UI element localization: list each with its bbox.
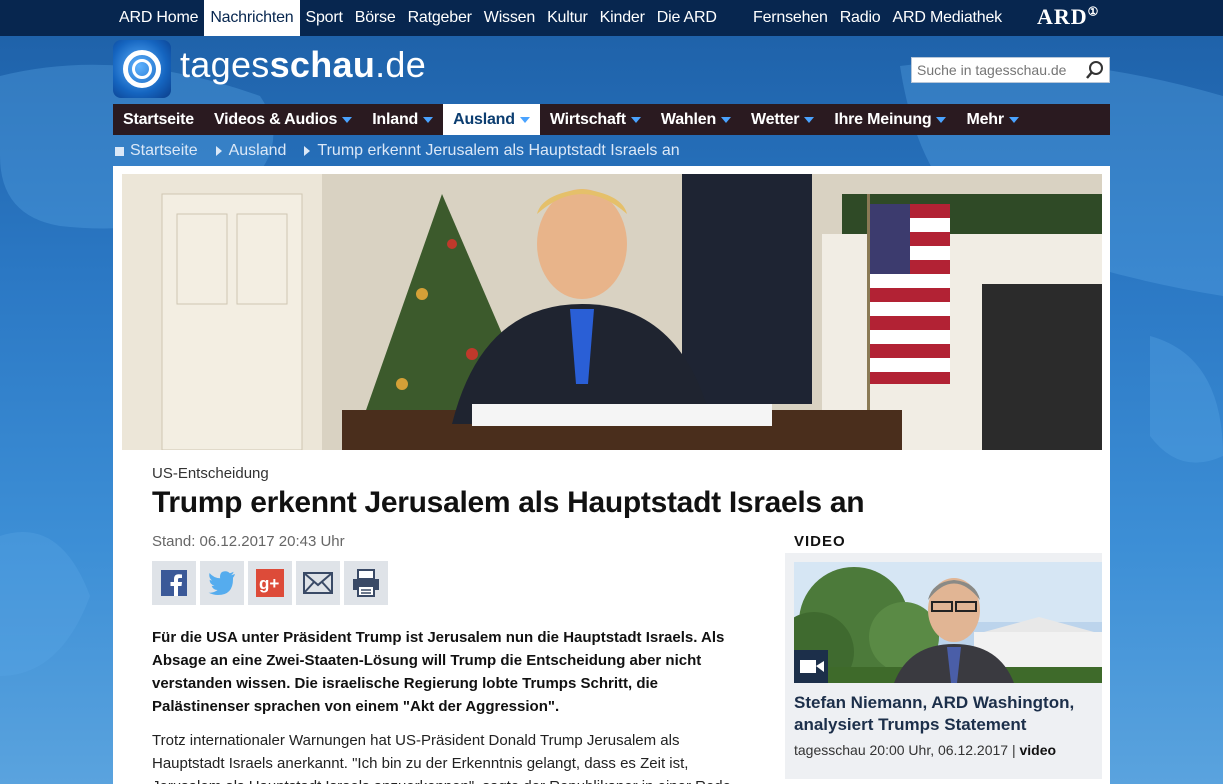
- share-twitter-button[interactable]: [200, 561, 244, 605]
- share-facebook-button[interactable]: [152, 561, 196, 605]
- article-timestamp: Stand: 06.12.2017 20:43 Uhr: [152, 533, 345, 550]
- article-headline: Trump erkennt Jerusalem als Hauptstadt I…: [152, 486, 865, 519]
- nav-label: Wahlen: [660, 111, 717, 128]
- chevron-down-icon: [342, 116, 353, 123]
- ard-nav-ratgeber[interactable]: Ratgeber: [402, 0, 478, 36]
- breadcrumb-current: Trump erkennt Jerusalem als Hauptstadt I…: [304, 142, 697, 160]
- nav-mehr[interactable]: Mehr: [956, 104, 1028, 135]
- print-icon: [353, 569, 379, 597]
- chevron-down-icon: [519, 116, 530, 123]
- facebook-icon: [161, 570, 187, 596]
- breadcrumb-label: Ausland: [228, 142, 287, 159]
- chevron-down-icon: [1008, 116, 1019, 123]
- video-title[interactable]: Stefan Niemann, ARD Washington, analysie…: [794, 692, 1094, 736]
- mail-icon: [303, 572, 333, 594]
- nav-wahlen[interactable]: Wahlen: [651, 104, 741, 135]
- site-name[interactable]: tagesschau.de: [180, 44, 426, 86]
- search-input[interactable]: [912, 58, 1082, 82]
- nav-label: Wetter: [751, 111, 800, 128]
- nav-videos-audios[interactable]: Videos & Audios: [204, 104, 362, 135]
- article-hero-image[interactable]: [122, 174, 1102, 450]
- site-name-prefix: tages: [180, 44, 270, 85]
- share-mail-button[interactable]: [296, 561, 340, 605]
- ard-nav-home[interactable]: ARD Home: [113, 0, 204, 36]
- ard-nav-kinder[interactable]: Kinder: [594, 0, 651, 36]
- site-name-bold: schau: [269, 44, 376, 85]
- chevron-down-icon: [423, 116, 434, 123]
- ard-nav-sport[interactable]: Sport: [300, 0, 349, 36]
- main-navigation: Startseite Videos & Audios Inland Auslan…: [113, 104, 1110, 135]
- share-google-plus-button[interactable]: g+: [248, 561, 292, 605]
- article-topline: US-Entscheidung: [152, 465, 269, 482]
- ard-nav-wissen[interactable]: Wissen: [478, 0, 541, 36]
- site-name-suffix: .de: [375, 44, 427, 85]
- chevron-down-icon: [630, 116, 641, 123]
- chevron-down-icon: [721, 116, 732, 123]
- ard-nav-fernsehen[interactable]: Fernsehen: [747, 0, 834, 36]
- nav-inland[interactable]: Inland: [362, 104, 443, 135]
- ard-nav-die-ard[interactable]: Die ARD: [651, 0, 723, 36]
- ard-nav-radio[interactable]: Radio: [834, 0, 887, 36]
- search-box: [911, 57, 1110, 83]
- ard-nav-kultur[interactable]: Kultur: [541, 0, 594, 36]
- video-section-label: VIDEO: [794, 533, 846, 550]
- nav-label: Inland: [372, 111, 419, 128]
- nav-ihre-meinung[interactable]: Ihre Meinung: [824, 104, 956, 135]
- nav-label: Ihre Meinung: [834, 111, 932, 128]
- nav-label: Startseite: [123, 111, 194, 128]
- nav-startseite[interactable]: Startseite: [113, 104, 204, 135]
- chevron-right-icon: [304, 146, 311, 156]
- twitter-icon: [208, 571, 235, 595]
- share-bar: g+: [152, 561, 388, 605]
- nav-label: Ausland: [453, 111, 515, 128]
- video-thumbnail[interactable]: [794, 562, 1102, 683]
- ard-nav-right: Fernsehen Radio ARD Mediathek: [747, 0, 1008, 36]
- video-type: video: [1019, 742, 1057, 758]
- article-lead: Für die USA unter Präsident Trump ist Je…: [152, 629, 725, 715]
- print-button[interactable]: [344, 561, 388, 605]
- nav-wetter[interactable]: Wetter: [741, 104, 824, 135]
- ard-nav-boerse[interactable]: Börse: [349, 0, 402, 36]
- breadcrumb-label: Trump erkennt Jerusalem als Hauptstadt I…: [317, 142, 680, 159]
- google-plus-icon: g+: [256, 569, 284, 597]
- ard-nav-mediathek[interactable]: ARD Mediathek: [887, 0, 1008, 36]
- square-icon: [115, 146, 124, 156]
- ard-top-bar: ARD Home Nachrichten Sport Börse Ratgebe…: [0, 0, 1223, 36]
- nav-label: Wirtschaft: [549, 111, 626, 128]
- ard-logo-mark: ①: [1087, 4, 1100, 19]
- search-icon[interactable]: [1082, 58, 1108, 82]
- svg-text:g+: g+: [259, 574, 279, 593]
- nav-label: Videos & Audios: [213, 111, 338, 128]
- ard-logo[interactable]: ARD①: [1037, 4, 1099, 30]
- ard-logo-text: ARD: [1037, 4, 1088, 29]
- chevron-right-icon: [215, 146, 222, 156]
- chevron-down-icon: [936, 116, 947, 123]
- video-separator: |: [1011, 742, 1016, 758]
- nav-label: Mehr: [966, 111, 1004, 128]
- article-body: Trotz internationaler Warnungen hat US-P…: [152, 732, 731, 784]
- ard-nav-nachrichten[interactable]: Nachrichten: [204, 0, 300, 36]
- ard-nav: ARD Home Nachrichten Sport Börse Ratgebe…: [113, 0, 723, 36]
- nav-ausland[interactable]: Ausland: [443, 104, 540, 135]
- breadcrumb-startseite[interactable]: Startseite: [115, 142, 216, 160]
- chevron-down-icon: [804, 116, 815, 123]
- breadcrumb-ausland[interactable]: Ausland: [215, 142, 305, 160]
- nav-wirtschaft[interactable]: Wirtschaft: [540, 104, 651, 135]
- breadcrumb-label: Startseite: [130, 142, 198, 159]
- tagesschau-logo-icon[interactable]: [113, 40, 171, 98]
- video-meta: tagesschau 20:00 Uhr, 06.12.2017 | video: [794, 742, 1056, 758]
- video-source: tagesschau 20:00 Uhr, 06.12.2017: [794, 742, 1009, 758]
- breadcrumb: Startseite Ausland Trump erkennt Jerusal…: [115, 142, 698, 160]
